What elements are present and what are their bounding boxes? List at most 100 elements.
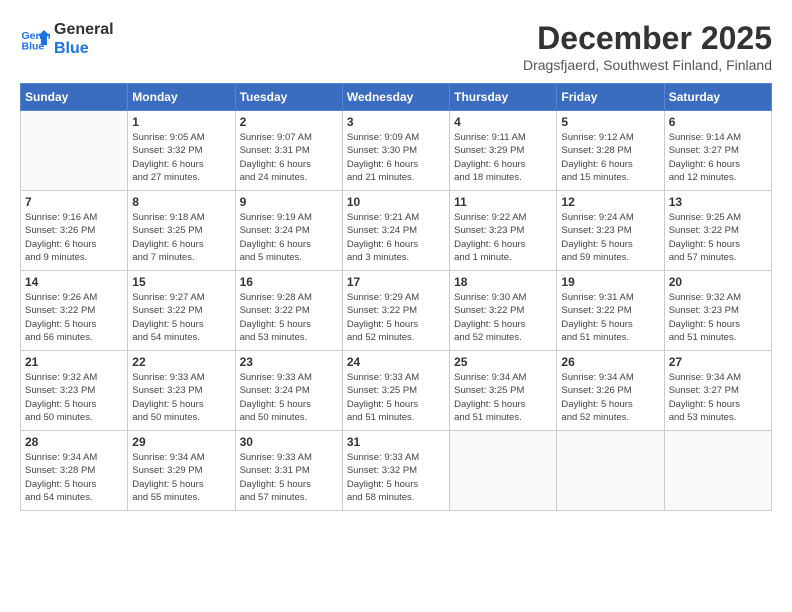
calendar-cell: 9Sunrise: 9:19 AMSunset: 3:24 PMDaylight… [235,191,342,271]
calendar-cell: 3 Sunrise: 9:09 AMSunset: 3:30 PMDaylight… [342,111,449,191]
day-info: Sunrise: 9:12 AMSunset: 3:28 PMDaylight:… [561,131,659,184]
day-info: Sunrise: 9:21 AMSunset: 3:24 PMDaylight:… [347,211,445,264]
day-number: 24 [347,355,445,369]
logo-icon: General Blue [20,24,50,54]
day-info: Sunrise: 9:27 AMSunset: 3:22 PMDaylight:… [132,291,230,344]
svg-text:Blue: Blue [22,41,45,53]
day-number: 14 [25,275,123,289]
day-number: 25 [454,355,552,369]
day-number: 26 [561,355,659,369]
day-info: Sunrise: 9:33 AMSunset: 3:25 PMDaylight:… [347,371,445,424]
day-number: 6 [669,115,767,129]
day-info: Sunrise: 9:33 AMSunset: 3:23 PMDaylight:… [132,371,230,424]
calendar-cell: 29Sunrise: 9:34 AMSunset: 3:29 PMDayligh… [128,431,235,511]
weekday-header-monday: Monday [128,84,235,111]
weekday-header-wednesday: Wednesday [342,84,449,111]
day-info: Sunrise: 9:34 AMSunset: 3:27 PMDaylight:… [669,371,767,424]
calendar-cell: 2 Sunrise: 9:07 AMSunset: 3:31 PMDaylight… [235,111,342,191]
day-info: Sunrise: 9:11 AMSunset: 3:29 PMDaylight:… [454,131,552,184]
weekday-header-tuesday: Tuesday [235,84,342,111]
calendar-cell [557,431,664,511]
day-number: 27 [669,355,767,369]
day-info: Sunrise: 9:33 AMSunset: 3:24 PMDaylight:… [240,371,338,424]
day-info: Sunrise: 9:09 AMSunset: 3:30 PMDaylight:… [347,131,445,184]
calendar-cell: 10 Sunrise: 9:21 AMSunset: 3:24 PMDayligh… [342,191,449,271]
calendar-cell: 5Sunrise: 9:12 AMSunset: 3:28 PMDaylight… [557,111,664,191]
day-info: Sunrise: 9:26 AMSunset: 3:22 PMDaylight:… [25,291,123,344]
day-number: 13 [669,195,767,209]
calendar-week-row: 14 Sunrise: 9:26 AMSunset: 3:22 PMDayligh… [21,271,772,351]
title-block: December 2025 Dragsfjaerd, Southwest Fin… [523,20,772,73]
day-number: 16 [240,275,338,289]
day-info: Sunrise: 9:34 AMSunset: 3:25 PMDaylight:… [454,371,552,424]
day-number: 4 [454,115,552,129]
logo: General Blue General Blue [20,20,114,58]
day-number: 1 [132,115,230,129]
day-number: 9 [240,195,338,209]
calendar-cell: 28Sunrise: 9:34 AMSunset: 3:28 PMDayligh… [21,431,128,511]
calendar-cell: 18 Sunrise: 9:30 AMSunset: 3:22 PMDayligh… [450,271,557,351]
day-info: Sunrise: 9:34 AMSunset: 3:26 PMDaylight:… [561,371,659,424]
day-number: 12 [561,195,659,209]
day-number: 19 [561,275,659,289]
calendar-cell: 12 Sunrise: 9:24 AMSunset: 3:23 PMDayligh… [557,191,664,271]
day-number: 31 [347,435,445,449]
calendar-table: SundayMondayTuesdayWednesdayThursdayFrid… [20,83,772,511]
calendar-week-row: 21 Sunrise: 9:32 AMSunset: 3:23 PMDayligh… [21,351,772,431]
day-number: 17 [347,275,445,289]
calendar-cell: 11Sunrise: 9:22 AMSunset: 3:23 PMDayligh… [450,191,557,271]
calendar-cell: 23 Sunrise: 9:33 AMSunset: 3:24 PMDayligh… [235,351,342,431]
calendar-cell: 26 Sunrise: 9:34 AMSunset: 3:26 PMDayligh… [557,351,664,431]
calendar-cell: 16 Sunrise: 9:28 AMSunset: 3:22 PMDayligh… [235,271,342,351]
day-number: 15 [132,275,230,289]
day-number: 8 [132,195,230,209]
calendar-week-row: 28Sunrise: 9:34 AMSunset: 3:28 PMDayligh… [21,431,772,511]
day-number: 10 [347,195,445,209]
day-number: 28 [25,435,123,449]
day-number: 22 [132,355,230,369]
weekday-header-sunday: Sunday [21,84,128,111]
calendar-cell: 17 Sunrise: 9:29 AMSunset: 3:22 PMDayligh… [342,271,449,351]
calendar-cell: 25 Sunrise: 9:34 AMSunset: 3:25 PMDayligh… [450,351,557,431]
calendar-cell: 20 Sunrise: 9:32 AMSunset: 3:23 PMDayligh… [664,271,771,351]
day-info: Sunrise: 9:32 AMSunset: 3:23 PMDaylight:… [669,291,767,344]
day-info: Sunrise: 9:33 AMSunset: 3:31 PMDaylight:… [240,451,338,504]
calendar-cell: 6 Sunrise: 9:14 AMSunset: 3:27 PMDaylight… [664,111,771,191]
day-number: 2 [240,115,338,129]
day-number: 11 [454,195,552,209]
day-number: 30 [240,435,338,449]
calendar-cell: 8Sunrise: 9:18 AMSunset: 3:25 PMDaylight… [128,191,235,271]
day-number: 7 [25,195,123,209]
day-number: 20 [669,275,767,289]
weekday-header-thursday: Thursday [450,84,557,111]
calendar-week-row: 7 Sunrise: 9:16 AMSunset: 3:26 PMDaylight… [21,191,772,271]
day-number: 18 [454,275,552,289]
day-info: Sunrise: 9:30 AMSunset: 3:22 PMDaylight:… [454,291,552,344]
calendar-cell: 22 Sunrise: 9:33 AMSunset: 3:23 PMDayligh… [128,351,235,431]
day-number: 21 [25,355,123,369]
calendar-cell: 24 Sunrise: 9:33 AMSunset: 3:25 PMDayligh… [342,351,449,431]
logo-text-line1: General [54,20,114,39]
day-number: 23 [240,355,338,369]
location-subtitle: Dragsfjaerd, Southwest Finland, Finland [523,57,772,73]
calendar-cell [664,431,771,511]
day-info: Sunrise: 9:28 AMSunset: 3:22 PMDaylight:… [240,291,338,344]
day-info: Sunrise: 9:24 AMSunset: 3:23 PMDaylight:… [561,211,659,264]
calendar-cell: 19Sunrise: 9:31 AMSunset: 3:22 PMDayligh… [557,271,664,351]
day-info: Sunrise: 9:29 AMSunset: 3:22 PMDaylight:… [347,291,445,344]
day-info: Sunrise: 9:14 AMSunset: 3:27 PMDaylight:… [669,131,767,184]
calendar-cell: 31 Sunrise: 9:33 AMSunset: 3:32 PMDayligh… [342,431,449,511]
day-info: Sunrise: 9:16 AMSunset: 3:26 PMDaylight:… [25,211,123,264]
day-number: 3 [347,115,445,129]
calendar-cell: 14 Sunrise: 9:26 AMSunset: 3:22 PMDayligh… [21,271,128,351]
day-info: Sunrise: 9:33 AMSunset: 3:32 PMDaylight:… [347,451,445,504]
calendar-cell [21,111,128,191]
day-info: Sunrise: 9:07 AMSunset: 3:31 PMDaylight:… [240,131,338,184]
day-number: 29 [132,435,230,449]
calendar-week-row: 1Sunrise: 9:05 AMSunset: 3:32 PMDaylight… [21,111,772,191]
month-year-title: December 2025 [523,20,772,57]
calendar-cell: 21 Sunrise: 9:32 AMSunset: 3:23 PMDayligh… [21,351,128,431]
day-info: Sunrise: 9:32 AMSunset: 3:23 PMDaylight:… [25,371,123,424]
calendar-cell: 4 Sunrise: 9:11 AMSunset: 3:29 PMDaylight… [450,111,557,191]
day-info: Sunrise: 9:25 AMSunset: 3:22 PMDaylight:… [669,211,767,264]
